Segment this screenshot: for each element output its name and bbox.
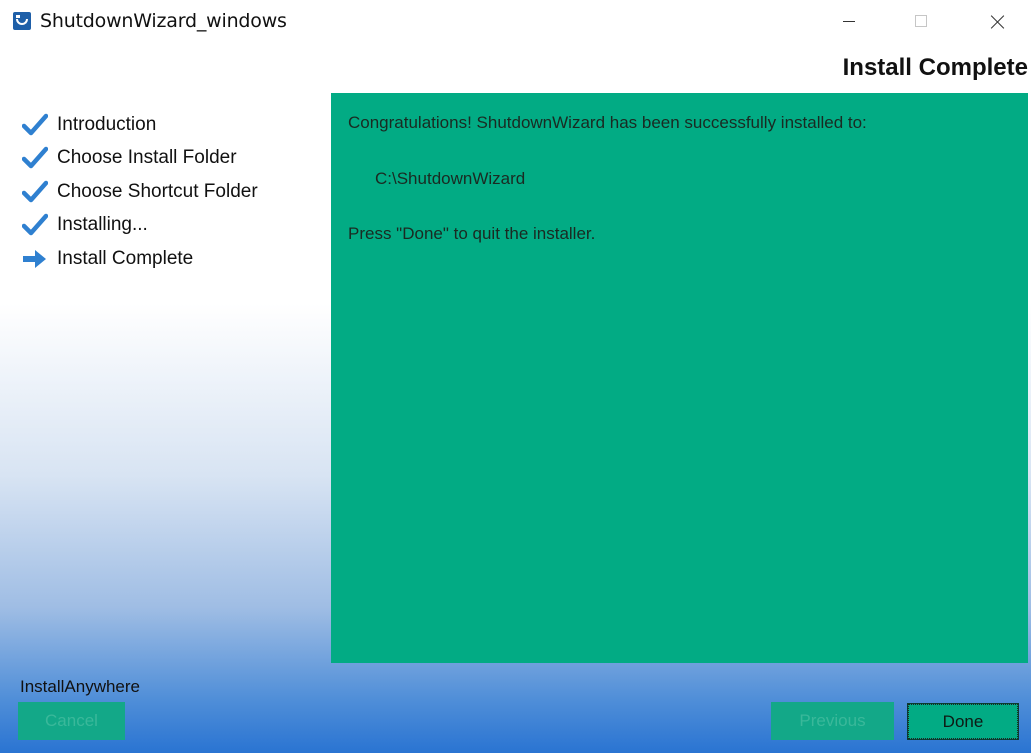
step-choose-shortcut-folder: Choose Shortcut Folder	[22, 175, 258, 209]
check-icon	[22, 180, 48, 204]
previous-button[interactable]: Previous	[771, 702, 894, 740]
step-introduction: Introduction	[22, 108, 258, 142]
installer-window: ShutdownWizard_windows Install Complete …	[0, 0, 1031, 753]
check-icon	[22, 213, 48, 237]
step-label: Choose Install Folder	[57, 147, 237, 169]
maximize-button[interactable]	[898, 0, 944, 44]
step-installing: Installing...	[22, 209, 258, 243]
step-choose-install-folder: Choose Install Folder	[22, 142, 258, 176]
install-path: C:\ShutdownWizard	[375, 169, 526, 188]
minimize-button[interactable]	[826, 0, 872, 44]
quit-instruction: Press "Done" to quit the installer.	[348, 224, 596, 243]
step-label: Choose Shortcut Folder	[57, 180, 258, 202]
app-icon	[13, 12, 31, 30]
step-label: Installing...	[57, 214, 148, 236]
check-icon	[22, 113, 48, 137]
brand-label: InstallAnywhere	[20, 677, 141, 696]
step-install-complete: Install Complete	[22, 242, 258, 276]
step-list: Introduction Choose Install Folder Choos…	[22, 108, 258, 276]
step-label: Install Complete	[57, 247, 194, 269]
close-button[interactable]	[975, 0, 1021, 44]
title-bar[interactable]: ShutdownWizard_windows	[0, 0, 1031, 44]
step-label: Introduction	[57, 113, 157, 135]
cancel-button[interactable]: Cancel	[18, 702, 125, 740]
window-title: ShutdownWizard_windows	[40, 10, 287, 32]
content-panel: Congratulations! ShutdownWizard has been…	[331, 93, 1028, 663]
arrow-right-icon	[22, 247, 48, 271]
success-message: Congratulations! ShutdownWizard has been…	[348, 113, 867, 132]
done-button[interactable]: Done	[907, 703, 1019, 740]
check-icon	[22, 146, 48, 170]
step-title: Install Complete	[842, 54, 1028, 81]
